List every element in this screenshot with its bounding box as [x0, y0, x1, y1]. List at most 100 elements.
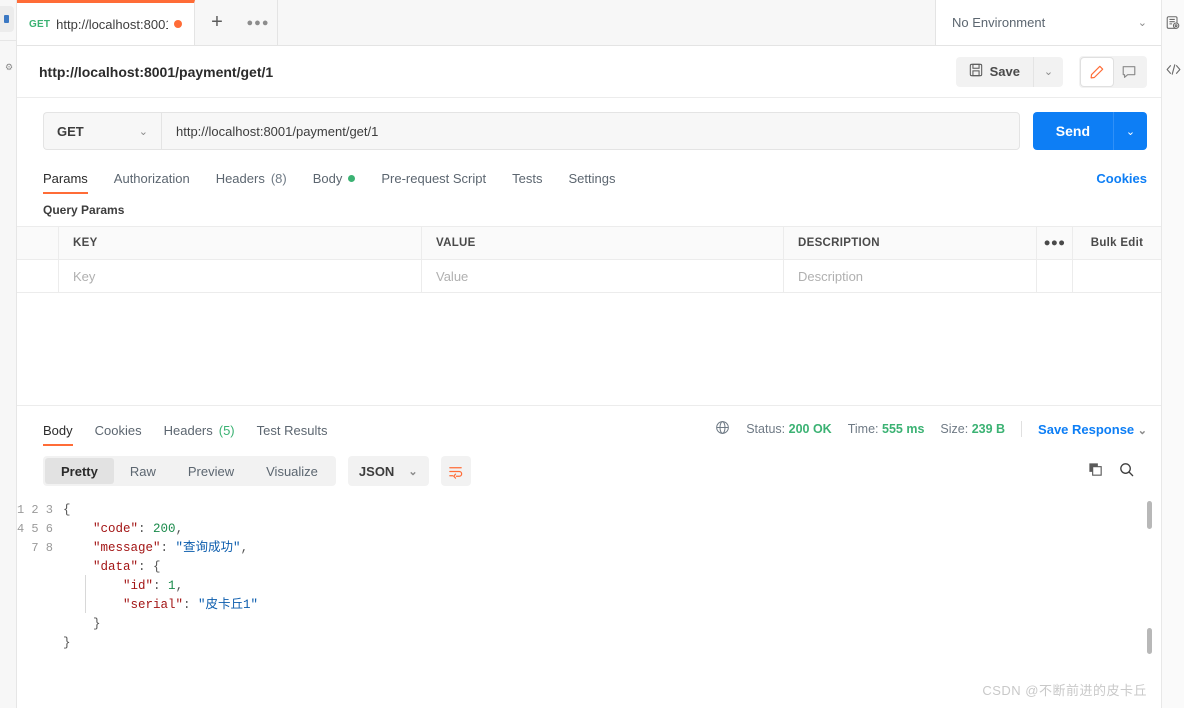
response-view-switcher: Pretty Raw Preview Visualize — [43, 456, 336, 486]
pencil-icon[interactable] — [1081, 57, 1113, 86]
new-tab-button[interactable]: + — [195, 0, 239, 45]
chevron-down-icon: ⌄ — [408, 465, 418, 478]
status-badge: 200 OK — [788, 422, 832, 436]
row-bulk-spacer — [1073, 260, 1161, 292]
response-tab-headers-label: Headers — [163, 423, 213, 438]
scrollbar-thumb-bottom[interactable] — [1147, 628, 1152, 654]
gear-icon[interactable]: ⚙ — [5, 63, 13, 72]
cookies-link[interactable]: Cookies — [1096, 171, 1147, 194]
param-description-input[interactable]: Description — [784, 260, 1037, 292]
time-value: 555 ms — [882, 422, 925, 436]
response-view-toolbar: Pretty Raw Preview Visualize JSON ⌄ — [17, 446, 1161, 495]
response-size-group: Size: 239 B — [940, 422, 1005, 436]
tab-pre-request-script[interactable]: Pre-request Script — [381, 171, 486, 194]
postman-window: ⚙ GET http://localhost:8001/p + ●●● No E… — [0, 0, 1184, 708]
response-format-selector[interactable]: JSON ⌄ — [347, 456, 429, 486]
status-divider — [1021, 421, 1023, 437]
copy-icon[interactable] — [1087, 461, 1104, 481]
search-icon[interactable] — [1118, 461, 1135, 481]
query-params-table: KEY VALUE DESCRIPTION ●●● Bulk Edit Key … — [17, 226, 1161, 293]
status-code-group: Status: 200 OK — [746, 422, 832, 436]
tab-tests-label: Tests — [512, 171, 543, 186]
floppy-icon — [969, 63, 983, 80]
line-number-gutter: 1 2 3 4 5 6 7 8 — [17, 503, 54, 555]
word-wrap-icon[interactable] — [440, 456, 471, 486]
body-present-dot — [348, 175, 356, 182]
row-options-spacer — [1037, 260, 1073, 292]
status-label: Status: — [746, 422, 786, 436]
size-label: Size: — [940, 422, 969, 436]
request-config-tabs: Params Authorization Headers (8) Body Pr… — [17, 162, 1161, 194]
column-header-value: VALUE — [422, 227, 784, 259]
view-raw[interactable]: Raw — [114, 458, 172, 484]
right-sidebar-rail — [1162, 0, 1184, 708]
tab-headers-label: Headers — [215, 171, 265, 186]
response-format-label: JSON — [358, 463, 395, 479]
tab-tests[interactable]: Tests — [512, 171, 542, 194]
column-header-description: DESCRIPTION — [784, 227, 1037, 259]
tab-params-label: Params — [43, 171, 88, 186]
save-response-button[interactable]: Save Response ⌄ — [1038, 422, 1147, 437]
code-fold-guide — [85, 575, 86, 613]
save-button[interactable]: Save — [955, 56, 1033, 87]
collections-rail-chip[interactable] — [0, 6, 14, 32]
param-value-input[interactable]: Value — [422, 260, 784, 292]
tabstrip-filler — [277, 0, 935, 45]
tab-authorization[interactable]: Authorization — [114, 171, 190, 194]
page-title: http://localhost:8001/payment/get/1 — [39, 63, 274, 80]
http-method-label: GET — [57, 123, 84, 139]
save-button-label: Save — [989, 64, 1020, 79]
environment-quick-look-icon[interactable] — [1164, 14, 1182, 32]
view-visualize[interactable]: Visualize — [250, 458, 334, 484]
response-tabs: Body Cookies Headers (5) Test Results St… — [17, 406, 1161, 446]
response-tab-cookies-label: Cookies — [94, 423, 142, 438]
response-tab-body[interactable]: Body — [43, 423, 73, 446]
http-method-selector[interactable]: GET ⌄ — [43, 112, 161, 150]
time-label: Time: — [847, 422, 879, 436]
column-header-key: KEY — [59, 227, 422, 259]
bulk-edit-button[interactable]: Bulk Edit — [1073, 227, 1161, 259]
response-tab-headers[interactable]: Headers (5) — [164, 423, 235, 446]
main-area: GET http://localhost:8001/p + ●●● No Env… — [17, 0, 1162, 708]
send-button[interactable]: Send — [1032, 112, 1113, 150]
chevron-down-icon: ⌄ — [138, 125, 148, 138]
tab-headers-count: (8) — [270, 171, 287, 186]
comment-icon[interactable] — [1113, 58, 1145, 86]
url-input[interactable] — [161, 112, 1020, 150]
request-action-icons — [1079, 55, 1147, 88]
view-preview[interactable]: Preview — [172, 458, 250, 484]
view-pretty[interactable]: Pretty — [45, 458, 114, 484]
response-time-group: Time: 555 ms — [848, 422, 925, 436]
row-checkbox-cell[interactable] — [17, 260, 59, 292]
tab-settings-label: Settings — [568, 171, 616, 186]
response-tab-cookies[interactable]: Cookies — [95, 423, 142, 446]
table-options-icon[interactable]: ●●● — [1037, 227, 1073, 259]
select-all-checkbox-cell[interactable] — [17, 227, 59, 259]
url-bar-row: GET ⌄ Send ⌄ — [17, 98, 1161, 162]
tab-headers[interactable]: Headers (8) — [216, 171, 287, 194]
chevron-down-icon: ⌄ — [1137, 424, 1147, 437]
param-key-input[interactable]: Key — [59, 260, 422, 292]
tab-settings[interactable]: Settings — [568, 171, 615, 194]
send-options-caret[interactable]: ⌄ — [1113, 112, 1147, 150]
rail-divider — [0, 40, 17, 41]
json-code-content[interactable]: { "code": 200, "message": "查询成功", "data"… — [63, 495, 1161, 703]
send-button-group: Send ⌄ — [1032, 112, 1147, 150]
save-button-group: Save ⌄ — [955, 56, 1063, 87]
left-sidebar-rail: ⚙ — [0, 0, 17, 708]
code-snippet-icon[interactable] — [1164, 60, 1182, 78]
tab-body[interactable]: Body — [313, 171, 356, 194]
tab-params[interactable]: Params — [43, 171, 88, 194]
response-tab-test-results[interactable]: Test Results — [257, 423, 328, 446]
query-params-label: Query Params — [43, 203, 125, 217]
table-row: Key Value Description — [17, 260, 1161, 293]
globe-icon — [715, 420, 730, 438]
request-tab-active[interactable]: GET http://localhost:8001/p — [17, 0, 195, 45]
response-tab-headers-count: (5) — [218, 423, 235, 438]
scrollbar-thumb-top[interactable] — [1147, 501, 1152, 529]
environment-selector[interactable]: No Environment ⌄ — [935, 0, 1161, 45]
tab-more-options-icon[interactable]: ●●● — [239, 0, 277, 45]
save-options-caret[interactable]: ⌄ — [1033, 56, 1063, 87]
response-scrollbar[interactable] — [1147, 495, 1152, 703]
response-body-viewer[interactable]: 1 2 3 4 5 6 7 8 { "code": 200, "message"… — [17, 495, 1161, 703]
